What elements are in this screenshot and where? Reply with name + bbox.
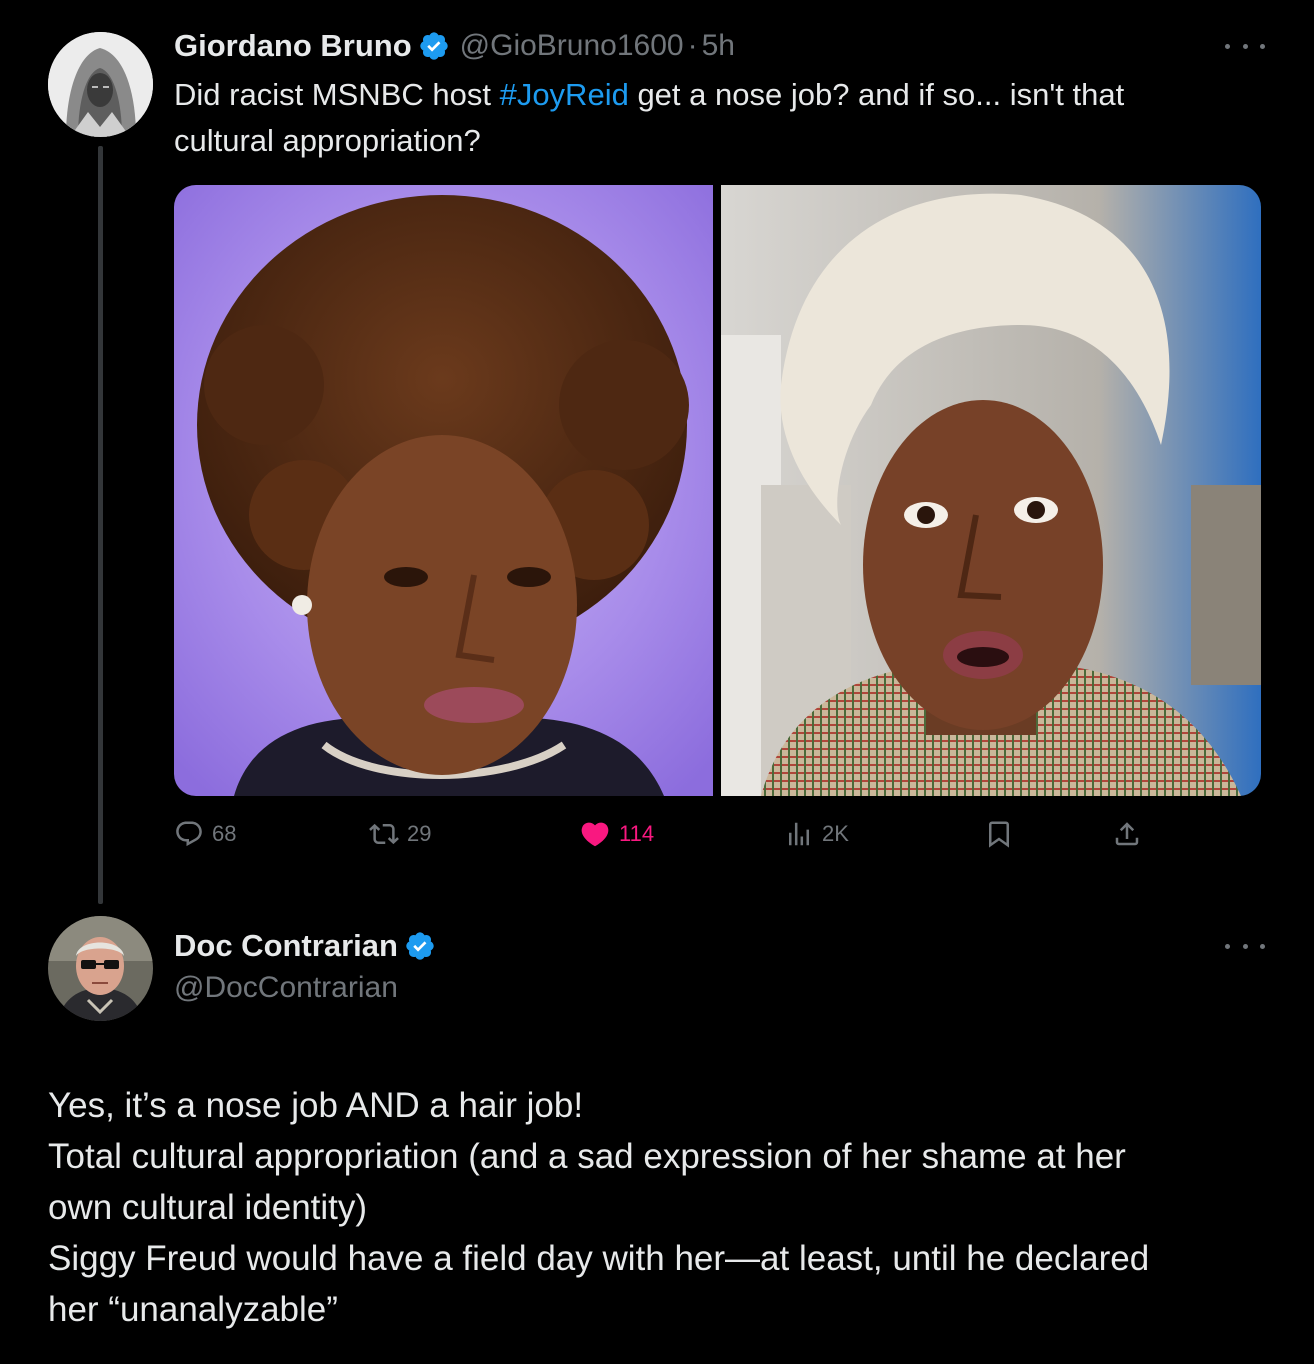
separator-dot: · [687,29,698,62]
reply-count: 68 [212,821,237,846]
tweet-header: Doc Contrarian [174,924,436,968]
avatar-image [48,916,153,1021]
media-divider [713,185,721,796]
verified-badge-icon [418,30,450,62]
handle[interactable]: @DocContrarian [174,971,398,1005]
tweet-text-line: cultural appropriation? [174,123,481,158]
reply-icon [176,821,202,847]
more-icon[interactable] [1225,36,1265,56]
display-name[interactable]: Giordano Bruno [174,28,412,64]
avatar-doc-contrarian[interactable] [48,916,153,1021]
reply-text-line: her “unanalyzable” [48,1290,338,1329]
like-icon [581,822,609,847]
share-button[interactable] [1112,812,1150,856]
reply-button[interactable]: 68 [174,812,236,856]
bookmark-button[interactable] [984,812,1022,856]
repost-count: 29 [407,821,432,846]
avatar-image [48,32,153,137]
repost-button[interactable]: 29 [369,812,431,856]
media-grid[interactable] [174,185,1261,796]
reply-text-line: Total cultural appropriation (and a sad … [48,1137,1126,1176]
portrait-curly-hair-image [174,185,713,796]
tweet-text-part: get a nose job? and if so... isn't that [628,77,1125,112]
tweet-giordano-bruno[interactable]: Giordano Bruno @GioBruno1600 · 5h Did ra… [0,0,1314,900]
handle[interactable]: @GioBruno1600 [460,29,684,63]
timestamp[interactable]: 5h [702,29,735,63]
media-image-right[interactable] [721,185,1261,796]
hashtag-link[interactable]: #JoyReid [500,77,629,112]
share-icon [1115,822,1139,846]
tweet-handle-row: @DocContrarian [174,966,398,1010]
reply-text-line: Siggy Freud would have a field day with … [48,1239,1150,1278]
like-count: 114 [619,821,655,846]
more-icon[interactable] [1225,936,1265,956]
views-count: 2K [822,821,849,846]
like-button[interactable]: 114 [579,812,654,856]
views-button[interactable]: 2K [784,812,849,856]
portrait-platinum-hair-image [721,185,1261,796]
display-name[interactable]: Doc Contrarian [174,928,398,964]
tweet-action-bar: 68 29 114 2K [174,812,1174,856]
repost-icon [369,823,399,845]
tweet-text: Did racist MSNBC host #JoyReid get a nos… [174,72,1254,164]
reply-text: Yes, it’s a nose job AND a hair job! Tot… [48,1080,1268,1335]
reply-text-line: own cultural identity) [48,1188,368,1227]
verified-badge-icon [404,930,436,962]
views-icon [789,822,809,846]
bookmark-icon [989,821,1009,848]
avatar-giordano-bruno[interactable] [48,32,153,137]
reply-text-line: Yes, it’s a nose job AND a hair job! [48,1086,584,1125]
media-image-left[interactable] [174,185,713,796]
tweet-text-part: Did racist MSNBC host [174,77,500,112]
tweet-header: Giordano Bruno @GioBruno1600 · 5h [174,24,735,68]
